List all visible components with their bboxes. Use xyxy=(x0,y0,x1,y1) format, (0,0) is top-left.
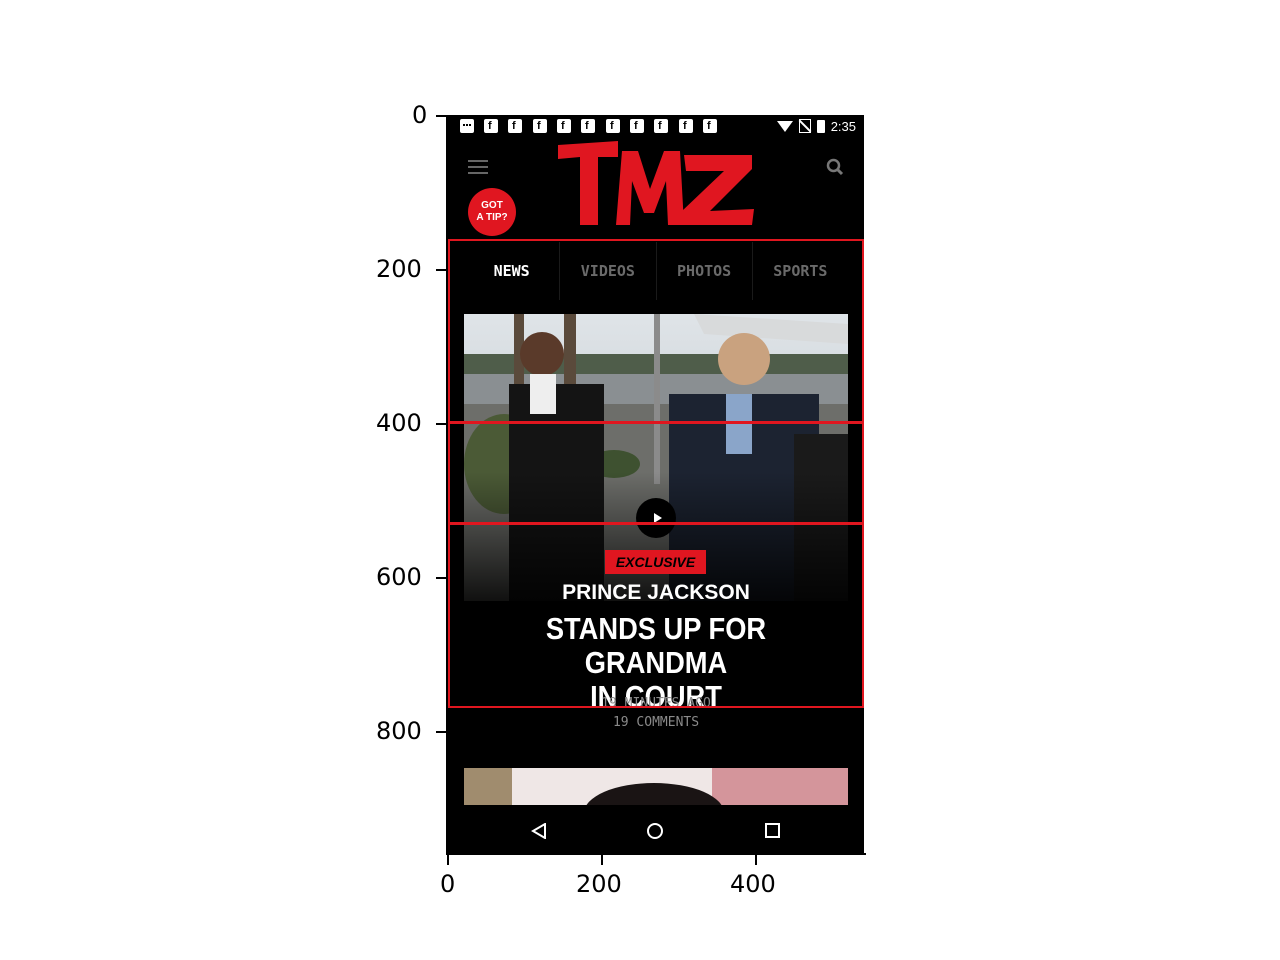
tmz-logo[interactable] xyxy=(556,137,756,237)
facebook-icon: f xyxy=(533,119,547,133)
x-tick-label: 0 xyxy=(440,870,456,898)
y-tick-mark xyxy=(436,269,446,271)
x-tick-mark xyxy=(755,855,757,865)
article-kicker[interactable]: PRINCE JACKSON xyxy=(448,581,864,605)
recents-icon[interactable] xyxy=(765,823,780,838)
facebook-icon: f xyxy=(484,119,498,133)
y-tick-mark xyxy=(436,731,446,733)
android-nav-bar xyxy=(448,805,864,855)
tab-videos[interactable]: VIDEOS xyxy=(560,242,657,300)
facebook-icon: f xyxy=(508,119,522,133)
status-bar: f f f f f f f f f f 2:35 xyxy=(448,115,864,137)
facebook-icon: f xyxy=(679,119,693,133)
menu-icon[interactable] xyxy=(468,160,488,174)
tab-photos[interactable]: PHOTOS xyxy=(657,242,753,300)
back-icon[interactable] xyxy=(531,823,547,839)
facebook-icon: f xyxy=(630,119,644,133)
next-article-photo xyxy=(464,768,848,805)
y-tick-label: 600 xyxy=(376,563,422,591)
message-icon xyxy=(460,119,474,133)
tab-news[interactable]: NEWS xyxy=(464,242,561,300)
facebook-icon: f xyxy=(606,119,620,133)
facebook-icon: f xyxy=(581,119,595,133)
section-tabs: NEWS VIDEOS PHOTOS SPORTS xyxy=(448,242,864,300)
got-a-tip-button[interactable]: GOT A TIP? xyxy=(468,188,516,236)
next-article-thumbnail[interactable] xyxy=(464,768,848,805)
app-screen: f f f f f f f f f f 2:35 GOT A TIP? NEWS… xyxy=(448,115,864,855)
wifi-icon xyxy=(776,120,793,132)
annotation-line xyxy=(448,522,864,525)
facebook-icon: f xyxy=(654,119,668,133)
y-tick-mark xyxy=(436,423,446,425)
y-tick-label: 200 xyxy=(376,255,422,283)
exclusive-badge: EXCLUSIVE xyxy=(605,550,706,574)
search-icon[interactable] xyxy=(826,158,844,176)
y-tick-mark xyxy=(436,577,446,579)
y-tick-mark xyxy=(436,115,446,117)
tab-sports[interactable]: SPORTS xyxy=(753,242,848,300)
article-timestamp: 19 MINUTES AGO xyxy=(601,696,711,711)
tip-badge-line2: A TIP? xyxy=(476,212,508,223)
x-tick-mark xyxy=(601,855,603,865)
x-tick-mark xyxy=(447,855,449,865)
tip-badge-line1: GOT xyxy=(481,200,503,211)
y-tick-label: 0 xyxy=(412,101,428,129)
x-tick-label: 400 xyxy=(730,870,776,898)
play-button[interactable] xyxy=(636,498,676,538)
x-tick-label: 200 xyxy=(576,870,622,898)
status-indicators: 2:35 xyxy=(776,118,856,134)
battery-icon xyxy=(816,119,825,133)
headline-line-1: STANDS UP FOR GRANDMA xyxy=(545,611,767,680)
y-tick-label: 400 xyxy=(376,409,422,437)
clock: 2:35 xyxy=(830,118,856,134)
facebook-icon: f xyxy=(557,119,571,133)
article-comments-link[interactable]: 19 COMMENTS xyxy=(448,715,864,730)
y-tick-label: 800 xyxy=(376,717,422,745)
no-sim-icon xyxy=(798,119,811,133)
annotation-line xyxy=(448,421,864,424)
home-icon[interactable] xyxy=(647,823,663,839)
facebook-icon: f xyxy=(703,119,717,133)
